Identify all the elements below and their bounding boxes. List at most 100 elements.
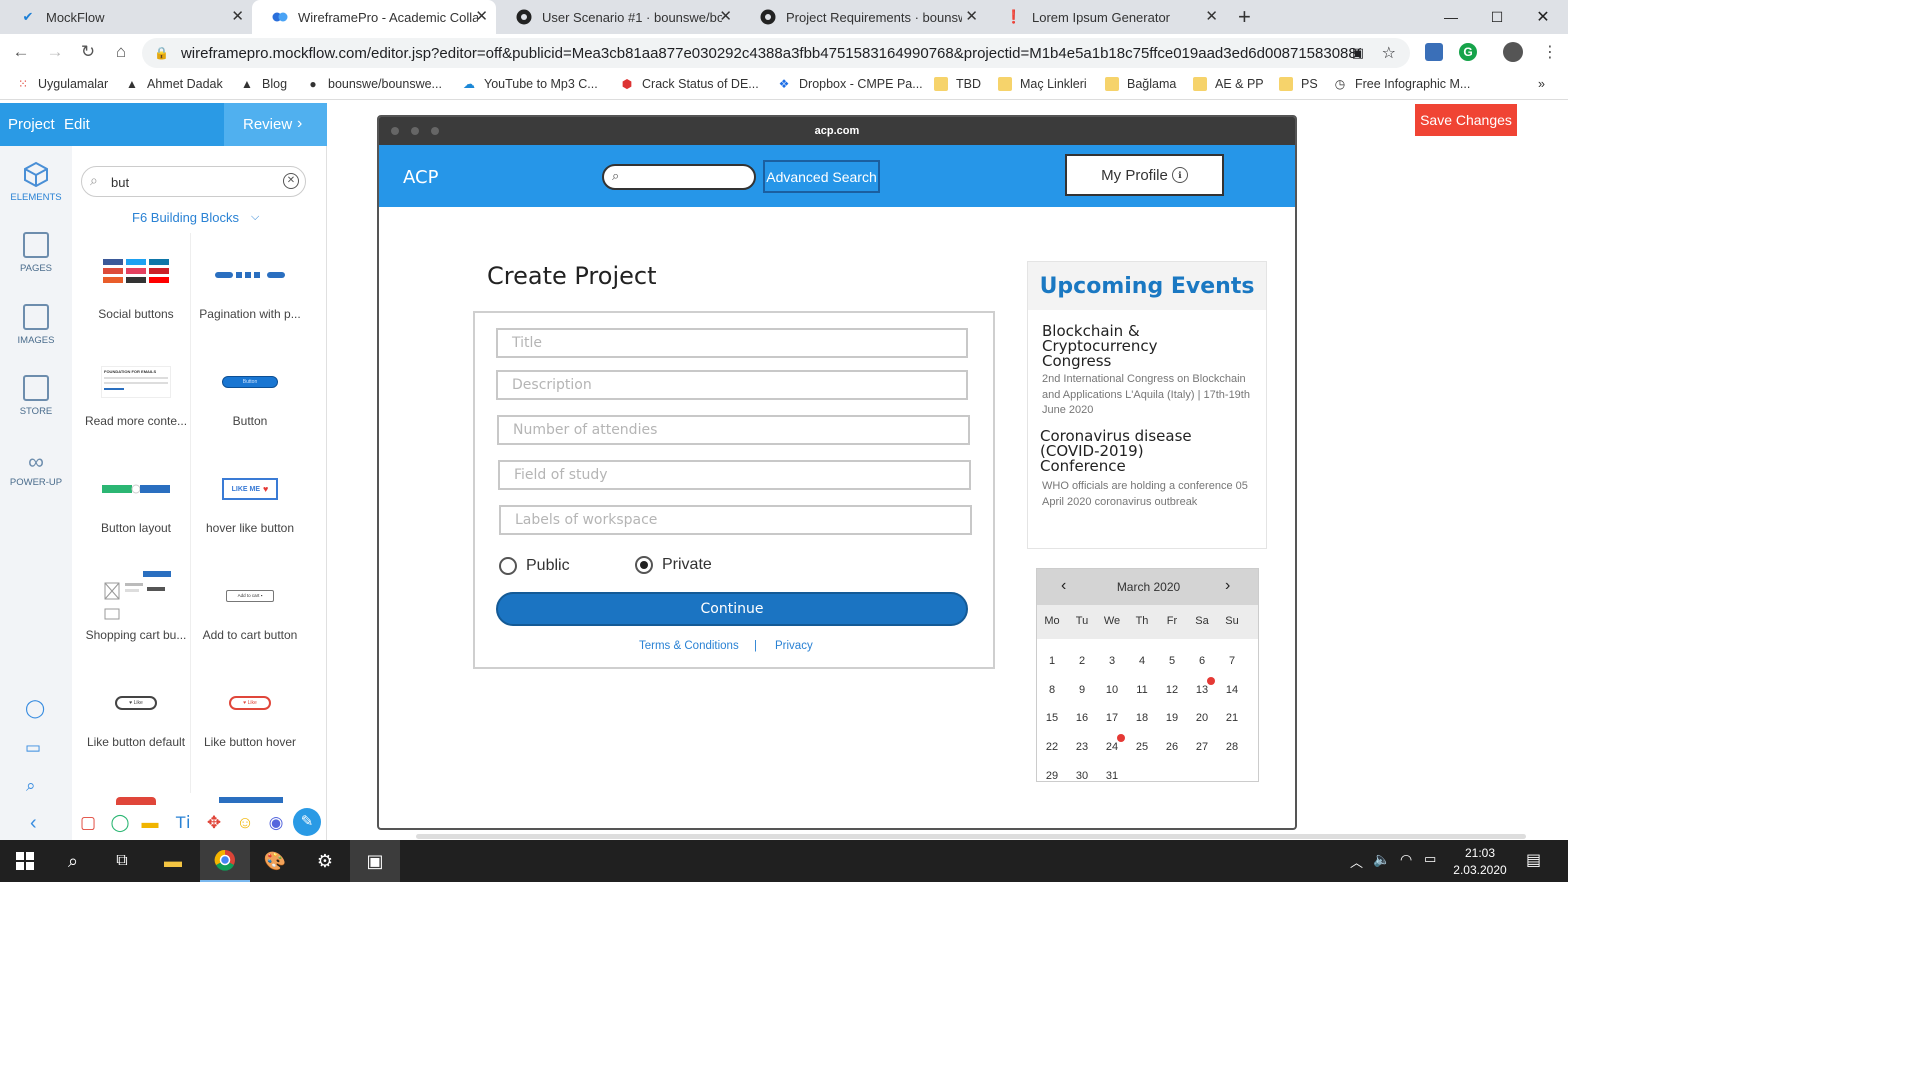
task-view-icon[interactable]: ⧉	[97, 840, 147, 882]
event-title[interactable]: Blockchain & Cryptocurrency Congress	[1042, 324, 1182, 369]
circle-tool-icon[interactable]: ◯	[110, 813, 130, 833]
menu-dots-icon[interactable]: ⋮	[1542, 42, 1558, 62]
library-item-shopping-cart[interactable]: Shopping cart bu...	[79, 554, 193, 660]
calendar-day[interactable]: 2	[1067, 655, 1097, 667]
calendar-day[interactable]: 10	[1097, 684, 1127, 696]
cast-icon[interactable]: ▣	[1352, 45, 1364, 61]
library-item-button[interactable]: Button Button	[193, 340, 307, 446]
close-tab-icon[interactable]: ✕	[719, 9, 732, 25]
windows-start-icon[interactable]	[0, 840, 50, 882]
forward-icon[interactable]: →	[44, 42, 66, 62]
calendar-day[interactable]: 1	[1037, 655, 1067, 667]
title-field[interactable]: Title	[496, 328, 968, 358]
library-item-button-layout[interactable]: Button layout	[79, 447, 193, 553]
terms-link[interactable]: Terms & Conditions	[639, 640, 739, 652]
close-tab-icon[interactable]: ✕	[965, 9, 978, 25]
zoom-icon[interactable]: ⌕	[26, 776, 36, 796]
chrome-icon[interactable]	[200, 840, 250, 882]
calendar-day[interactable]: 12	[1157, 684, 1187, 696]
comment-icon[interactable]: ◯	[25, 698, 45, 719]
field-of-study-field[interactable]: Field of study	[498, 460, 971, 490]
element-search-input[interactable]: ⌕ but ✕	[81, 166, 306, 197]
calendar-day[interactable]: 8	[1037, 684, 1067, 696]
line-tool-icon[interactable]: ▬	[140, 813, 160, 833]
canvas-scrollbar[interactable]	[416, 834, 1526, 839]
video-icon[interactable]: ▭	[25, 738, 41, 758]
tab-user-scenario[interactable]: User Scenario #1 · bounswe/bou ✕	[496, 0, 740, 34]
side-images[interactable]: IMAGES	[0, 304, 72, 346]
site-logo[interactable]: ACP	[403, 167, 438, 188]
calendar-day[interactable]: 3	[1097, 655, 1127, 667]
review-button[interactable]: Review ›	[224, 103, 327, 146]
calendar-day[interactable]: 28	[1217, 741, 1247, 753]
extension-icon[interactable]	[1425, 43, 1443, 61]
bookmark-bounswe[interactable]: ● bounswe/bounswe...	[306, 77, 442, 91]
calendar-day[interactable]: 25	[1127, 741, 1157, 753]
close-tab-icon[interactable]: ✕	[231, 9, 244, 25]
rectangle-tool-icon[interactable]: ▢	[78, 813, 98, 833]
calendar-day[interactable]: 22	[1037, 741, 1067, 753]
privacy-link[interactable]: Privacy	[775, 640, 813, 652]
tab-wireframepro[interactable]: WireframePro - Academic Collab ✕	[252, 0, 496, 34]
side-store[interactable]: STORE	[0, 375, 72, 417]
library-item-like-hover[interactable]: ♥ Like Like button hover	[193, 661, 307, 767]
file-explorer-icon[interactable]: ▬	[148, 840, 198, 882]
calendar-day[interactable]: 31	[1097, 770, 1127, 782]
bookmark-blog[interactable]: ▲ Blog	[240, 77, 287, 91]
library-item-like-default[interactable]: ♥ Like Like button default	[79, 661, 193, 767]
volume-icon[interactable]: 🔈	[1373, 851, 1390, 868]
calendar-day[interactable]: 27	[1187, 741, 1217, 753]
library-item-hover-like[interactable]: LIKE ME ♥ hover like button	[193, 447, 307, 553]
side-elements[interactable]: ELEMENTS	[0, 161, 72, 203]
site-search-input[interactable]: ⌕	[602, 164, 756, 190]
library-item-partial[interactable]	[219, 797, 283, 803]
calendar-day[interactable]: 26	[1157, 741, 1187, 753]
bookmark-infographic[interactable]: ◷ Free Infographic M...	[1333, 77, 1471, 91]
my-profile-button[interactable]: My Profile ℹ	[1065, 154, 1224, 196]
tray-chevron-icon[interactable]: ︿	[1350, 852, 1363, 871]
library-dropdown[interactable]: F6 Building Blocks ⌵	[132, 210, 259, 225]
close-tab-icon[interactable]: ✕	[1205, 9, 1218, 25]
close-window-icon[interactable]: ✕	[1520, 0, 1566, 34]
photos-icon[interactable]: ▣	[350, 840, 400, 882]
library-item-social-buttons[interactable]: Social buttons	[79, 233, 193, 339]
calendar-day[interactable]: 6	[1187, 655, 1217, 667]
labels-field[interactable]: Labels of workspace	[499, 505, 972, 535]
calendar-day[interactable]: 7	[1217, 655, 1247, 667]
calendar-day[interactable]: 20	[1187, 712, 1217, 724]
calendar-day[interactable]: 13	[1187, 676, 1217, 696]
paint-icon[interactable]: 🎨	[250, 840, 300, 882]
text-tool-icon[interactable]: Tⅰ	[173, 813, 193, 833]
calendar-day[interactable]: 5	[1157, 655, 1187, 667]
bookmarks-more[interactable]: »	[1538, 77, 1545, 91]
radio-private[interactable]: Private	[635, 556, 712, 574]
new-tab-icon[interactable]: +	[1238, 4, 1251, 30]
calendar-day[interactable]: 19	[1157, 712, 1187, 724]
notifications-icon[interactable]: ▤	[1526, 850, 1541, 870]
menu-edit[interactable]: Edit	[64, 116, 90, 133]
next-month-icon[interactable]: ›	[1225, 577, 1230, 595]
calendar-day[interactable]: 24	[1097, 734, 1127, 753]
description-field[interactable]: Description	[496, 370, 968, 400]
home-icon[interactable]: ⌂	[110, 42, 132, 62]
calendar-day[interactable]: 14	[1217, 684, 1247, 696]
save-changes-button[interactable]: Save Changes	[1415, 104, 1517, 136]
taskbar-clock[interactable]: 21:03 2.03.2020	[1452, 845, 1508, 879]
battery-icon[interactable]: ▭	[1424, 851, 1436, 867]
radio-public[interactable]: Public	[499, 557, 570, 575]
bookmark-tbd[interactable]: TBD	[934, 77, 981, 91]
library-item-add-to-cart[interactable]: Add to cart ▪ Add to cart button	[193, 554, 307, 660]
back-icon[interactable]: ←	[10, 42, 32, 62]
clear-search-icon[interactable]: ✕	[283, 173, 299, 189]
calendar-day[interactable]: 30	[1067, 770, 1097, 782]
target-tool-icon[interactable]: ◉	[266, 813, 286, 833]
bookmark-youtube-mp3[interactable]: ☁ YouTube to Mp3 C...	[462, 77, 598, 91]
calendar-day[interactable]: 9	[1067, 684, 1097, 696]
side-power-up[interactable]: ∞ POWER-UP	[0, 451, 72, 489]
menu-project[interactable]: Project	[8, 116, 55, 133]
collapse-chevron-icon[interactable]: ‹	[30, 812, 37, 835]
maximize-icon[interactable]: ☐	[1474, 0, 1520, 34]
bookmark-ps[interactable]: PS	[1279, 77, 1318, 91]
continue-button[interactable]: Continue	[496, 592, 968, 626]
wifi-icon[interactable]: ◠	[1400, 851, 1412, 868]
